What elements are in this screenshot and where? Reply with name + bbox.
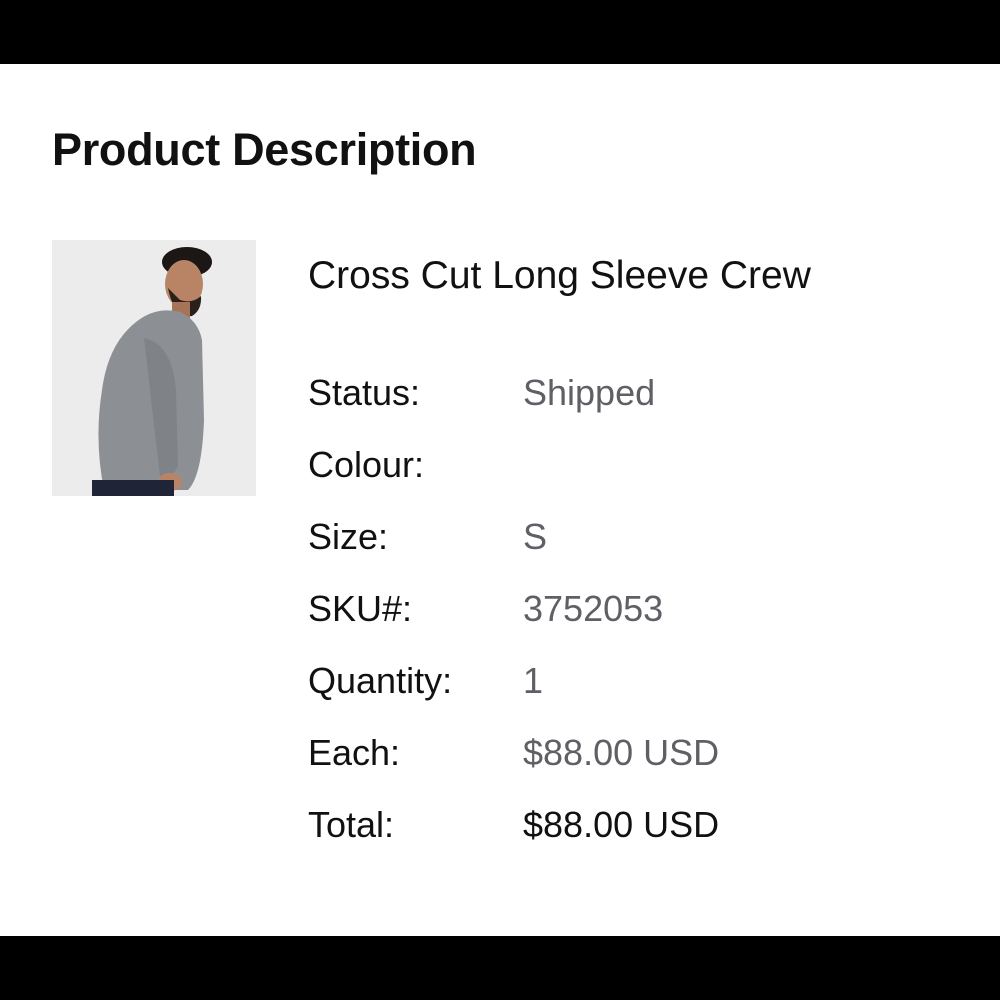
- quantity-label: Quantity:: [308, 660, 453, 701]
- section-title: Product Description: [52, 124, 477, 175]
- size-value: S: [523, 516, 548, 557]
- detail-row-each: Each: $88.00 USD: [308, 724, 908, 796]
- size-label: Size:: [308, 516, 389, 557]
- product-name[interactable]: Cross Cut Long Sleeve Crew: [308, 254, 811, 298]
- sku-value: 3752053: [523, 588, 664, 629]
- detail-row-status: Status: Shipped: [308, 364, 908, 436]
- detail-row-total: Total: $88.00 USD: [308, 796, 908, 868]
- product-photo-illustration: [52, 240, 256, 496]
- detail-row-size: Size: S: [308, 508, 908, 580]
- each-price-label: Each:: [308, 732, 401, 773]
- colour-label: Colour:: [308, 444, 425, 485]
- order-item-panel: Product Description Cross Cut Long Sleev…: [0, 64, 1000, 936]
- product-image[interactable]: [52, 240, 256, 496]
- status-value: Shipped: [523, 372, 656, 413]
- detail-row-sku: SKU#: 3752053: [308, 580, 908, 652]
- status-label: Status:: [308, 372, 421, 413]
- product-details-list: Status: Shipped Colour: Size: S SKU#: 37…: [308, 364, 908, 868]
- each-price-value: $88.00 USD: [523, 732, 720, 773]
- detail-row-quantity: Quantity: 1: [308, 652, 908, 724]
- quantity-value: 1: [523, 660, 544, 701]
- total-label: Total:: [308, 804, 395, 845]
- sku-label: SKU#:: [308, 588, 413, 629]
- total-value: $88.00 USD: [523, 804, 720, 845]
- screen-frame: Product Description Cross Cut Long Sleev…: [0, 0, 1000, 1000]
- detail-row-colour: Colour:: [308, 436, 908, 508]
